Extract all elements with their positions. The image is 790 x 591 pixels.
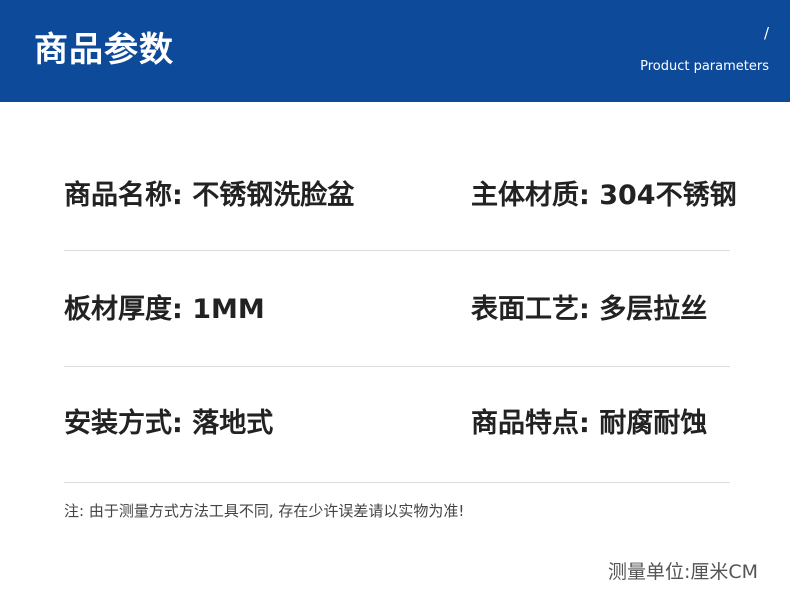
param-install: 安装方式: 落地式 (64, 404, 273, 444)
param-value: 不锈钢洗脸盆 (192, 180, 355, 211)
param-value: 落地式 (192, 408, 274, 439)
param-row-3: 安装方式: 落地式 商品特点: 耐腐耐蚀 (0, 404, 790, 444)
header-subtitle: Product parameters (640, 59, 769, 74)
divider (64, 482, 730, 483)
param-thickness: 板材厚度: 1MM (64, 290, 265, 330)
param-row-2: 板材厚度: 1MM 表面工艺: 多层拉丝 (0, 290, 790, 330)
param-label: 商品特点: (471, 408, 600, 439)
header-slash: / (763, 24, 769, 42)
param-label: 安装方式: (64, 408, 193, 439)
page-title: 商品参数 (34, 30, 174, 70)
param-label: 板材厚度: (64, 294, 193, 325)
param-label: 商品名称: (64, 180, 193, 211)
param-value: 304不锈钢 (599, 180, 737, 211)
unit-label: 测量单位:厘米CM (607, 561, 758, 583)
measurement-note: 注: 由于测量方式方法工具不同, 存在少许误差请以实物为准! (64, 502, 465, 520)
divider (64, 366, 730, 367)
param-surface: 表面工艺: 多层拉丝 (471, 290, 707, 330)
param-label: 主体材质: (471, 180, 600, 211)
param-value: 多层拉丝 (599, 294, 708, 325)
param-label: 表面工艺: (471, 294, 600, 325)
param-row-1: 商品名称: 不锈钢洗脸盆 主体材质: 304不锈钢 (0, 176, 790, 216)
param-value: 耐腐耐蚀 (599, 408, 708, 439)
header-banner: 商品参数 / Product parameters (0, 0, 790, 102)
param-material: 主体材质: 304不锈钢 (471, 176, 737, 216)
divider (64, 250, 730, 251)
param-value: 1MM (192, 294, 265, 325)
param-product-name: 商品名称: 不锈钢洗脸盆 (64, 176, 354, 216)
param-feature: 商品特点: 耐腐耐蚀 (471, 404, 707, 444)
